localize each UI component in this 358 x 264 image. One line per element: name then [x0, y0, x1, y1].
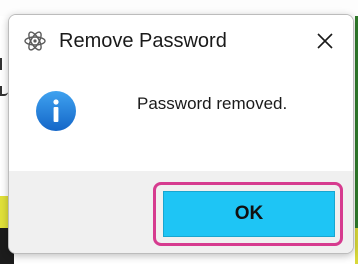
- dialog-message: Password removed.: [137, 94, 288, 113]
- dialog-footer: OK: [9, 171, 353, 253]
- dialog-titlebar[interactable]: Remove Password: [9, 15, 353, 67]
- remove-password-dialog: Remove Password Password removed. OK: [8, 14, 354, 254]
- background-glyph: [0, 86, 8, 96]
- close-button[interactable]: [307, 23, 343, 59]
- ok-button[interactable]: OK: [163, 191, 335, 237]
- dialog-title: Remove Password: [59, 30, 227, 52]
- background-glyph: [0, 58, 6, 70]
- info-icon: [35, 90, 77, 132]
- close-icon: [317, 33, 333, 49]
- atom-icon: [23, 29, 47, 53]
- dialog-content: Password removed.: [9, 67, 353, 171]
